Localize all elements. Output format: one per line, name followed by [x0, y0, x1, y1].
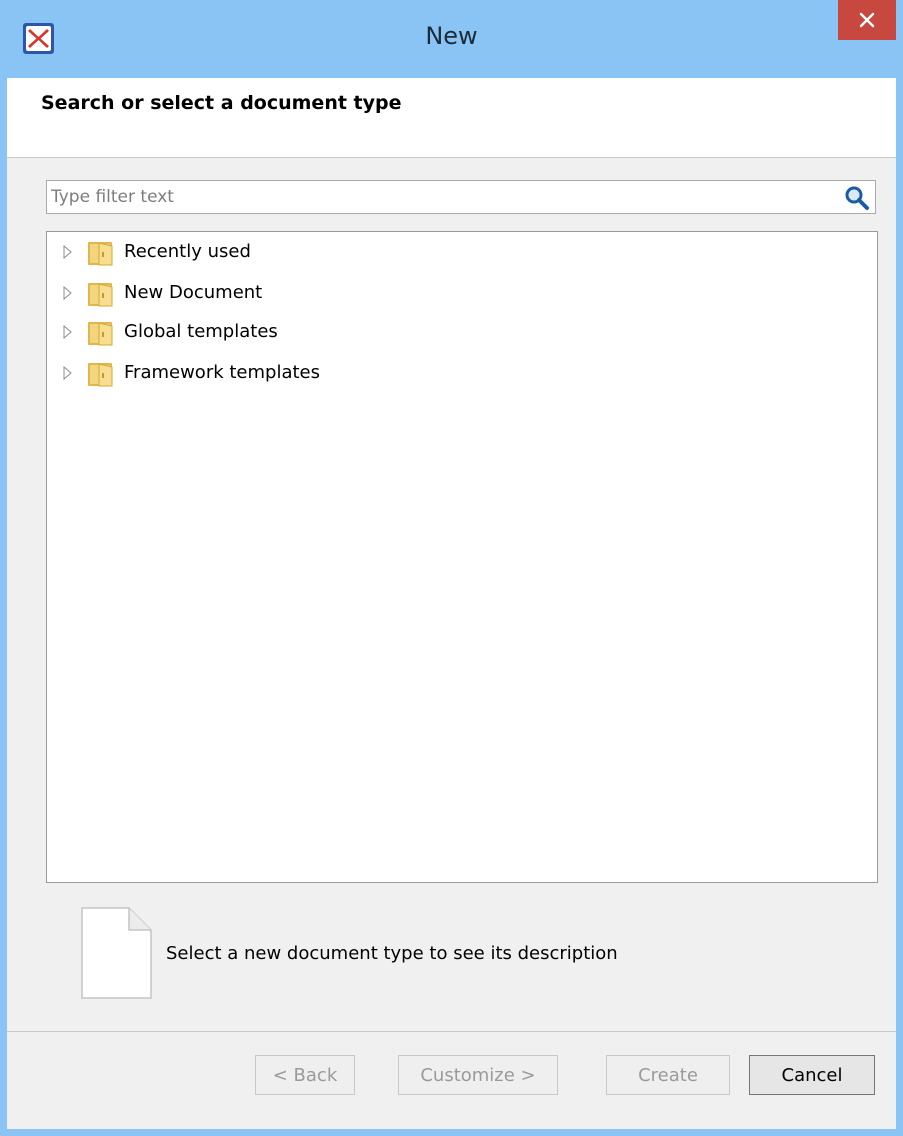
back-button[interactable]: < Back — [255, 1055, 355, 1095]
document-type-tree[interactable]: Recently used New Document Global templa… — [46, 231, 878, 883]
create-button[interactable]: Create — [606, 1055, 730, 1095]
document-icon — [81, 907, 152, 999]
folder-icon — [88, 242, 113, 266]
folder-icon — [88, 322, 113, 346]
new-dialog: New Search or select a document type Typ… — [0, 0, 903, 1136]
tree-item-framework-templates[interactable]: Framework templates — [57, 357, 657, 389]
tree-item-label: Global templates — [124, 321, 278, 342]
tree-item-label: Recently used — [124, 241, 251, 262]
title-bar[interactable]: New — [0, 0, 903, 78]
separator — [7, 1031, 896, 1032]
dialog-header: Search or select a document type — [7, 78, 896, 158]
folder-icon — [88, 363, 113, 387]
tree-item-new-document[interactable]: New Document — [57, 277, 657, 309]
header-title: Search or select a document type — [41, 92, 402, 114]
filter-input[interactable] — [51, 183, 831, 211]
expand-arrow-icon[interactable] — [63, 366, 73, 380]
tree-item-label: New Document — [124, 282, 263, 303]
search-icon[interactable] — [843, 184, 871, 212]
description-text: Select a new document type to see its de… — [166, 943, 618, 964]
expand-arrow-icon[interactable] — [63, 325, 73, 339]
cancel-button[interactable]: Cancel — [749, 1055, 875, 1095]
expand-arrow-icon[interactable] — [63, 286, 73, 300]
window-title: New — [425, 22, 478, 50]
close-button[interactable] — [838, 0, 896, 40]
expand-arrow-icon[interactable] — [63, 245, 73, 259]
tree-item-global-templates[interactable]: Global templates — [57, 316, 657, 348]
filter-box[interactable] — [46, 180, 876, 214]
close-icon — [859, 12, 875, 28]
tree-item-label: Framework templates — [124, 362, 320, 383]
tree-item-recently-used[interactable]: Recently used — [57, 236, 657, 268]
customize-button[interactable]: Customize > — [398, 1055, 558, 1095]
folder-icon — [88, 283, 113, 307]
